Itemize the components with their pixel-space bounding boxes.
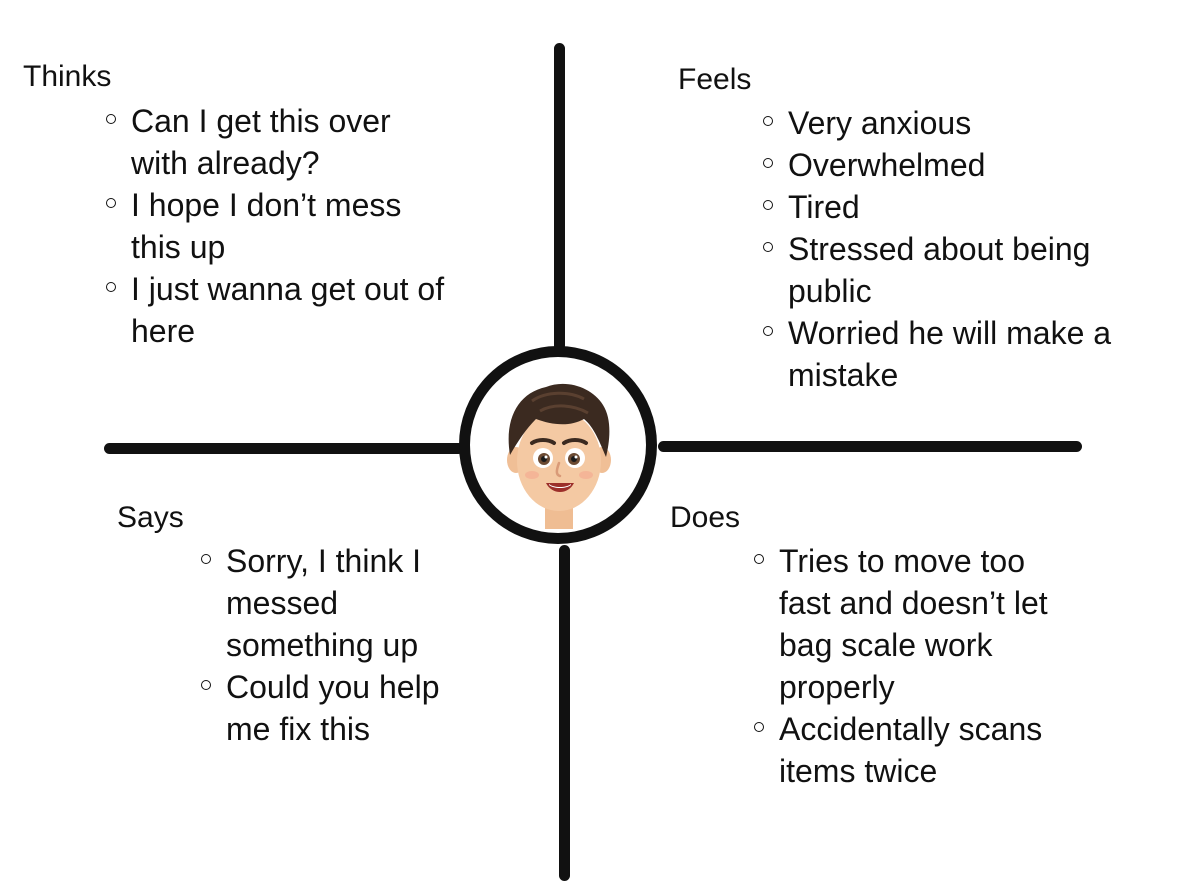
list-item-text: Sorry, I think I messed something up bbox=[226, 543, 422, 663]
list-item: Overwhelmed bbox=[762, 144, 1162, 186]
list-item-text: Stressed about being public bbox=[788, 231, 1091, 309]
thinks-heading: Thinks bbox=[23, 60, 112, 93]
bullet-icon bbox=[763, 200, 773, 210]
list-item-text: Could you help me fix this bbox=[226, 669, 440, 747]
says-heading: Says bbox=[117, 501, 184, 534]
says-list: Sorry, I think I messed something up Cou… bbox=[200, 540, 460, 750]
feels-heading: Feels bbox=[678, 63, 752, 96]
list-item: Accidentally scans items twice bbox=[753, 708, 1083, 792]
list-item-text: Can I get this over with already? bbox=[131, 103, 391, 181]
list-item-text: I hope I don’t mess this up bbox=[131, 187, 402, 265]
list-item: Tired bbox=[762, 186, 1162, 228]
thinks-list: Can I get this over with already? I hope… bbox=[105, 100, 450, 352]
avatar bbox=[459, 346, 657, 544]
list-item: Could you help me fix this bbox=[200, 666, 460, 750]
does-list: Tries to move too fast and doesn’t let b… bbox=[753, 540, 1083, 792]
list-item: Stressed about being public bbox=[762, 228, 1162, 312]
bullet-icon bbox=[763, 158, 773, 168]
list-item-text: Worried he will make a mistake bbox=[788, 315, 1112, 393]
does-heading: Does bbox=[670, 501, 741, 534]
bullet-icon bbox=[201, 554, 211, 564]
bullet-icon bbox=[754, 554, 764, 564]
list-item-text: I just wanna get out of here bbox=[131, 271, 445, 349]
bullet-icon bbox=[763, 116, 773, 126]
horizontal-axis-right bbox=[658, 441, 1082, 452]
list-item: Very anxious bbox=[762, 102, 1162, 144]
list-item: Sorry, I think I messed something up bbox=[200, 540, 460, 666]
list-item-text: Tries to move too fast and doesn’t let b… bbox=[779, 543, 1048, 705]
list-item-text: Tired bbox=[788, 189, 860, 225]
list-item: Tries to move too fast and doesn’t let b… bbox=[753, 540, 1083, 708]
feels-list: Very anxious Overwhelmed Tired Stressed … bbox=[762, 102, 1162, 396]
vertical-axis-top bbox=[554, 43, 565, 351]
bullet-icon bbox=[763, 242, 773, 252]
bullet-icon bbox=[754, 722, 764, 732]
list-item-text: Accidentally scans items twice bbox=[779, 711, 1043, 789]
bullet-icon bbox=[201, 680, 211, 690]
cartoon-boy-avatar-icon bbox=[507, 383, 611, 529]
list-item: Worried he will make a mistake bbox=[762, 312, 1162, 396]
bullet-icon bbox=[106, 114, 116, 124]
bullet-icon bbox=[763, 326, 773, 336]
vertical-axis-bottom bbox=[559, 545, 570, 881]
list-item-text: Overwhelmed bbox=[788, 147, 986, 183]
bullet-icon bbox=[106, 198, 116, 208]
bullet-icon bbox=[106, 282, 116, 292]
list-item-text: Very anxious bbox=[788, 105, 972, 141]
horizontal-axis-left bbox=[104, 443, 464, 454]
list-item: I just wanna get out of here bbox=[105, 268, 450, 352]
list-item: I hope I don’t mess this up bbox=[105, 184, 450, 268]
list-item: Can I get this over with already? bbox=[105, 100, 450, 184]
